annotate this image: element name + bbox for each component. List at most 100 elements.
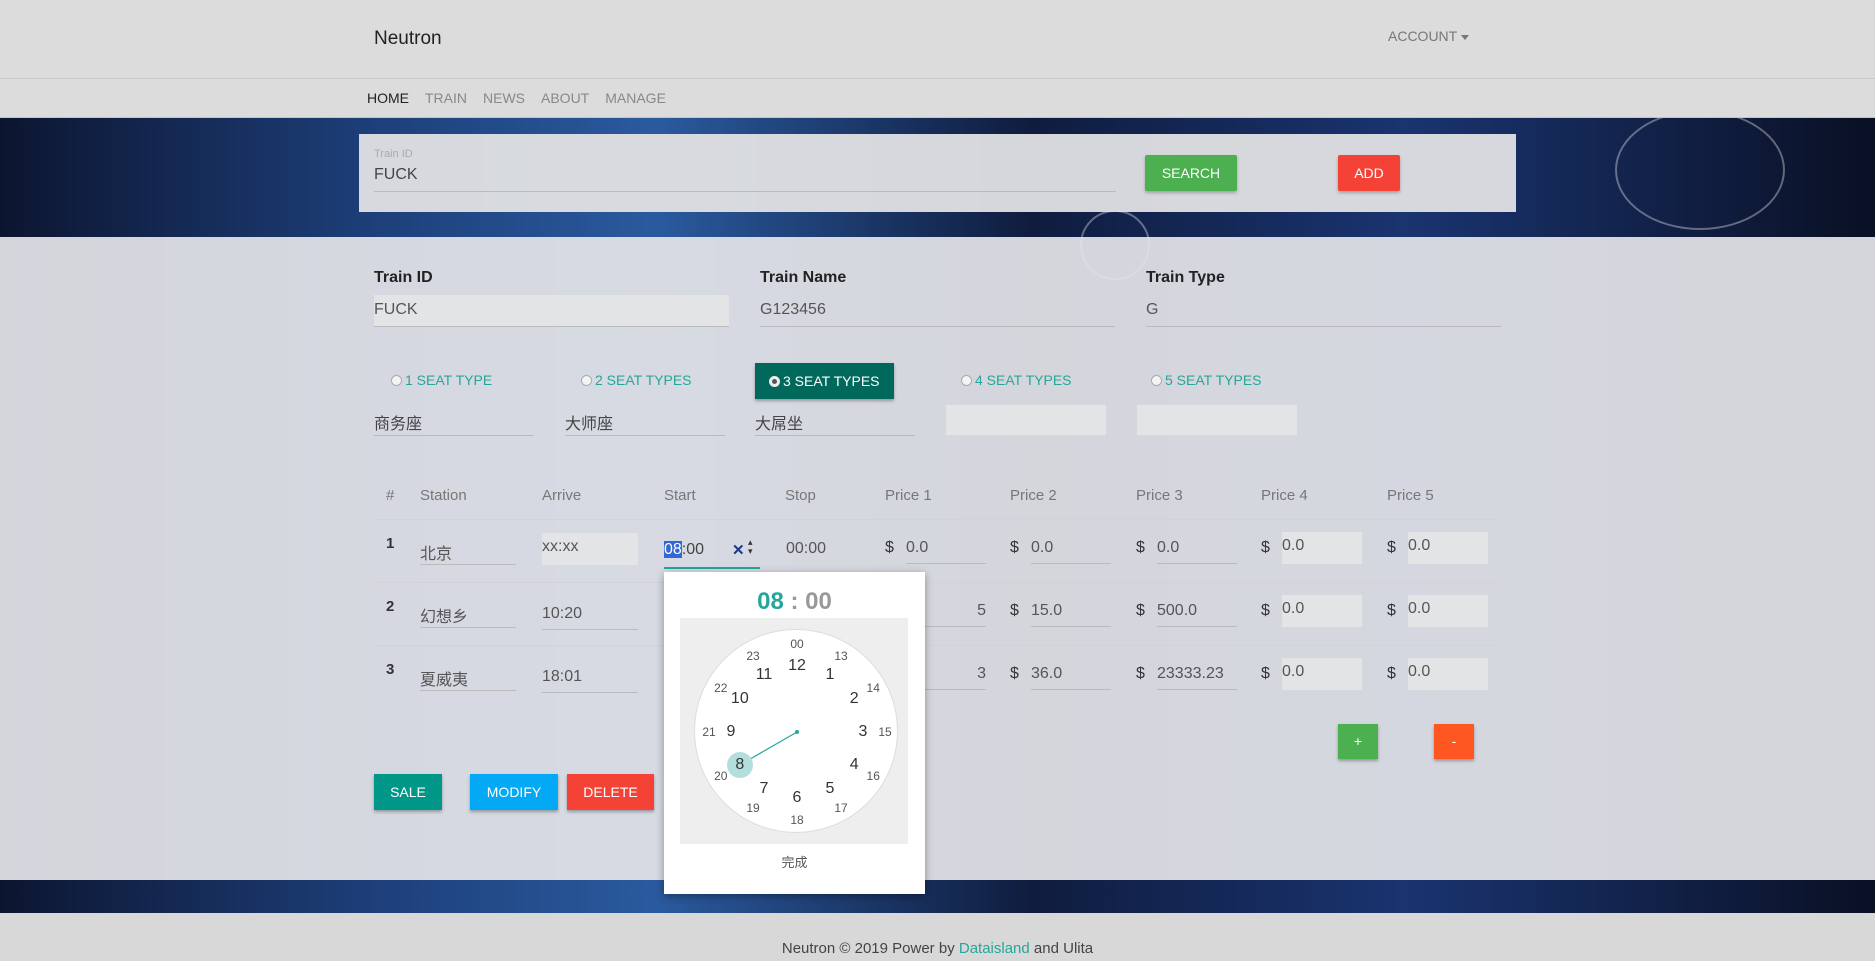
clock-hour-24-18[interactable]: 18 (790, 813, 803, 827)
price-2-input[interactable]: 0.0 (1031, 534, 1111, 564)
station-input[interactable]: 北京 (420, 535, 516, 565)
seat-option-4[interactable]: 4 SEAT TYPES (961, 372, 1072, 388)
hour-segment[interactable]: 08 (664, 541, 682, 558)
seat-option-label: 3 SEAT TYPES (783, 373, 880, 389)
price-5-input[interactable]: 0.0 (1408, 595, 1488, 627)
dataisland-link[interactable]: Dataisland (959, 940, 1030, 957)
add-button[interactable]: ADD (1338, 155, 1400, 191)
done-button[interactable]: 完成 (664, 852, 925, 871)
price-5-input[interactable]: 0.0 (1408, 532, 1488, 564)
train-type-field[interactable]: G (1146, 295, 1501, 327)
clock-hour-9[interactable]: 9 (727, 723, 736, 741)
clock-hour-24-19[interactable]: 19 (746, 801, 759, 815)
clock-hour-24-22[interactable]: 22 (714, 681, 727, 695)
nav-item-train[interactable]: TRAIN (425, 90, 467, 106)
currency-symbol: $ (1261, 539, 1270, 556)
price-2-input[interactable]: 36.0 (1031, 660, 1111, 690)
seat-name-2[interactable]: 大师座 (565, 406, 725, 436)
nav-item-manage[interactable]: MANAGE (605, 90, 666, 106)
start-time-input[interactable]: 08:00 ✕ ▴ ▾ (664, 535, 760, 569)
arrive-input[interactable]: xx:xx (542, 533, 638, 565)
search-button[interactable]: SEARCH (1145, 155, 1237, 191)
clock-hour-1[interactable]: 1 (826, 666, 835, 684)
search-panel: Train ID FUCK SEARCH ADD (359, 134, 1516, 212)
clock-hour-24-17[interactable]: 17 (834, 801, 847, 815)
currency-symbol: $ (1387, 539, 1396, 556)
currency-symbol: $ (1136, 539, 1145, 556)
clock-minute[interactable]: 00 (805, 588, 832, 615)
seat-name-5[interactable] (1137, 405, 1297, 435)
currency-symbol: $ (1010, 539, 1019, 556)
clock-separator: : (790, 588, 799, 615)
clock-hour-24-13[interactable]: 13 (834, 649, 847, 663)
clock-hour-7[interactable]: 7 (760, 780, 769, 798)
price-4-input[interactable]: 0.0 (1282, 658, 1362, 690)
nav-item-home[interactable]: HOME (367, 90, 409, 106)
clock-hour-11[interactable]: 11 (756, 666, 773, 684)
brand-logo[interactable]: Neutron (374, 28, 442, 50)
clock-hour-3[interactable]: 3 (859, 723, 868, 741)
arrive-input[interactable]: 18:01 (542, 663, 638, 693)
row-number: 1 (386, 535, 395, 552)
minute-segment[interactable]: :00 (682, 541, 704, 558)
col-header-price-4: Price 4 (1261, 487, 1308, 504)
price-4-input[interactable]: 0.0 (1282, 532, 1362, 564)
clock-hour-6[interactable]: 6 (793, 789, 802, 807)
clock-hour-24-15[interactable]: 15 (878, 725, 891, 739)
seat-option-2[interactable]: 2 SEAT TYPES (581, 372, 692, 388)
clock-hour-24-20[interactable]: 20 (714, 769, 727, 783)
search-label: Train ID (374, 148, 413, 160)
clock-hour[interactable]: 08 (757, 588, 784, 615)
train-edit-panel: Train ID FUCK Train Name G123456 Train T… (0, 237, 1875, 880)
radio-icon (391, 374, 402, 386)
clear-icon[interactable]: ✕ (732, 541, 745, 559)
delete-button[interactable]: DELETE (567, 774, 654, 810)
train-id-search-input[interactable]: FUCK (374, 166, 1116, 192)
clock-dial[interactable]: 12 1 2 3 4 5 6 7 8 9 10 11 00 13 14 15 16 17 18 19 20 21 22 23 (694, 629, 898, 833)
modify-button[interactable]: MODIFY (470, 774, 558, 810)
clock-hour-8[interactable]: 8 (735, 756, 744, 774)
divider (374, 582, 1500, 583)
seat-option-label: 2 SEAT TYPES (595, 372, 692, 388)
footer-prefix: Neutron © 2019 Power by (781, 940, 959, 957)
price-2-input[interactable]: 15.0 (1031, 597, 1111, 627)
station-input[interactable]: 幻想乡 (420, 598, 516, 628)
seat-name-1[interactable]: 商务座 (374, 406, 534, 436)
nav-item-about[interactable]: ABOUT (541, 90, 589, 106)
price-5-input[interactable]: 0.0 (1408, 658, 1488, 690)
seat-name-3[interactable]: 大屌坐 (755, 406, 915, 436)
seat-option-label: 5 SEAT TYPES (1165, 372, 1262, 388)
clock-hour-24-14[interactable]: 14 (867, 681, 880, 695)
clock-hour-2[interactable]: 2 (850, 690, 859, 708)
price-3-input[interactable]: 500.0 (1157, 597, 1237, 627)
clock-hour-24-23[interactable]: 23 (746, 649, 759, 663)
train-name-field[interactable]: G123456 (760, 295, 1115, 327)
seat-option-3[interactable]: 3 SEAT TYPES (755, 363, 894, 399)
spinner-icon[interactable]: ▴ ▾ (748, 538, 753, 556)
clock-hour-10[interactable]: 10 (731, 690, 749, 708)
clock-hour-12[interactable]: 12 (788, 657, 806, 675)
clock-hour-24-21[interactable]: 21 (702, 725, 715, 739)
clock-hour-4[interactable]: 4 (850, 756, 859, 774)
add-row-button[interactable]: + (1338, 724, 1378, 759)
stop-input[interactable]: 00:00 (786, 540, 826, 558)
price-1-input[interactable]: 0.0 (906, 534, 986, 564)
remove-row-button[interactable]: - (1434, 724, 1474, 759)
sale-button[interactable]: SALE (374, 774, 442, 810)
train-id-field[interactable]: FUCK (374, 295, 729, 327)
currency-symbol: $ (1136, 602, 1145, 619)
arrive-input[interactable]: 10:20 (542, 600, 638, 630)
footer: Neutron © 2019 Power by Dataisland and U… (0, 913, 1875, 961)
price-3-input[interactable]: 23333.23 (1157, 660, 1237, 690)
seat-name-4[interactable] (946, 405, 1106, 435)
account-dropdown[interactable]: ACCOUNT (1388, 28, 1470, 44)
price-3-input[interactable]: 0.0 (1157, 534, 1237, 564)
seat-option-5[interactable]: 5 SEAT TYPES (1151, 372, 1262, 388)
station-input[interactable]: 夏威夷 (420, 661, 516, 691)
clock-hour-5[interactable]: 5 (826, 780, 835, 798)
nav-item-news[interactable]: NEWS (483, 90, 525, 106)
seat-option-1[interactable]: 1 SEAT TYPE (391, 372, 492, 388)
clock-hour-24-16[interactable]: 16 (867, 769, 880, 783)
clock-hour-24-00[interactable]: 00 (790, 637, 803, 651)
price-4-input[interactable]: 0.0 (1282, 595, 1362, 627)
